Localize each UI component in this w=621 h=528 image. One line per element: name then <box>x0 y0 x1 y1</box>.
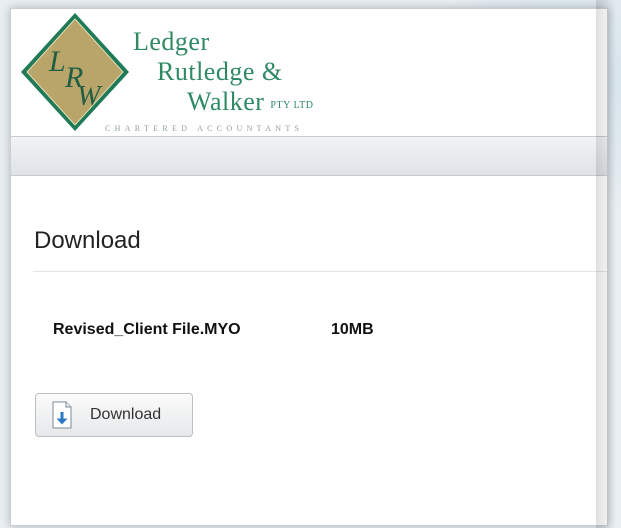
download-button-label: Download <box>90 406 162 423</box>
brand-tagline: CHARTERED ACCOUNTANTS <box>105 124 304 133</box>
brand-line-ledger: Ledger <box>133 27 210 56</box>
file-name: Revised_Client File.MYO <box>53 321 241 338</box>
download-content: Download Revised_Client File.MYO 10MB Do… <box>11 175 607 525</box>
site-header: L R W Ledger Rutledge & Walker PTY LTD CH… <box>11 9 607 137</box>
download-file-icon <box>52 401 72 429</box>
file-size: 10MB <box>331 321 374 338</box>
page-title: Download <box>34 227 141 254</box>
window-shadow <box>596 0 616 528</box>
brand-suffix: PTY LTD <box>270 100 314 111</box>
brand-line-walker: Walker PTY LTD <box>187 87 313 117</box>
svg-text:W: W <box>77 81 103 112</box>
navigation-bar <box>11 136 607 176</box>
download-button[interactable]: Download <box>35 393 193 437</box>
brand-line-rutledge: Rutledge & <box>157 57 283 86</box>
svg-text:L: L <box>48 45 66 78</box>
title-divider <box>33 271 607 272</box>
lrw-logo-icon[interactable]: L R W <box>15 9 135 137</box>
browser-page: L R W Ledger Rutledge & Walker PTY LTD CH… <box>10 8 608 526</box>
brand-walker-text: Walker <box>187 87 265 116</box>
